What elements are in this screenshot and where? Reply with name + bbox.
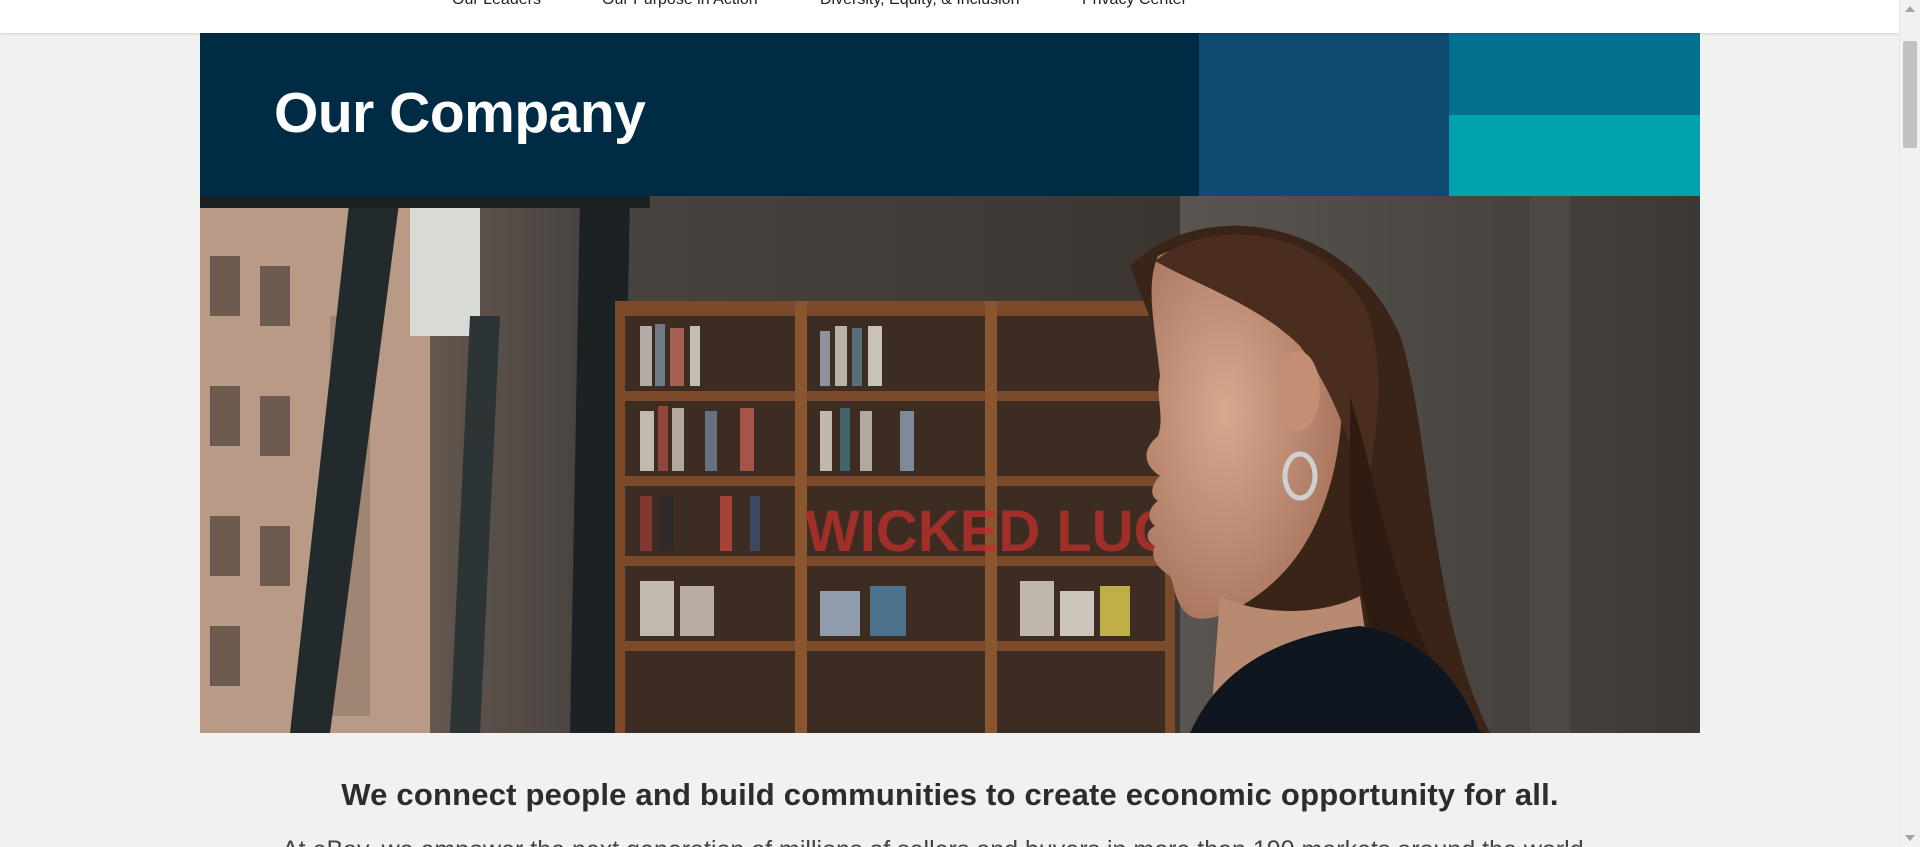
top-navigation: Our Leaders Our Purpose in Action Divers… — [0, 0, 1900, 33]
scroll-up-arrow-icon[interactable] — [1905, 6, 1915, 12]
scrollbar-thumb[interactable] — [1903, 41, 1917, 148]
hero-decor-block-dark-blue — [1199, 33, 1449, 196]
page-viewport: Our Leaders Our Purpose in Action Divers… — [0, 0, 1920, 847]
mission-body-text: At eBay, we empower the next generation … — [282, 836, 1584, 847]
hero-photo-woman-in-bookstore: WICKED LUCK — [200, 196, 1700, 733]
hero-decor-block-aqua — [1449, 115, 1700, 196]
nav-link-diversity-equity-inclusion[interactable]: Diversity, Equity, & Inclusion — [820, 0, 1019, 9]
nav-link-privacy-center[interactable]: Privacy Center — [1082, 0, 1187, 9]
nav-link-our-leaders[interactable]: Our Leaders — [452, 0, 541, 9]
scroll-down-arrow-icon[interactable] — [1905, 835, 1915, 841]
nav-link-purpose-in-action[interactable]: Our Purpose in Action — [602, 0, 758, 9]
vertical-scrollbar[interactable] — [1899, 0, 1920, 847]
photo-illustration: WICKED LUCK — [200, 196, 1700, 733]
hero-decor-block-teal — [1449, 33, 1700, 115]
page-title: Our Company — [274, 81, 646, 145]
mission-headline: We connect people and build communities … — [341, 777, 1559, 812]
